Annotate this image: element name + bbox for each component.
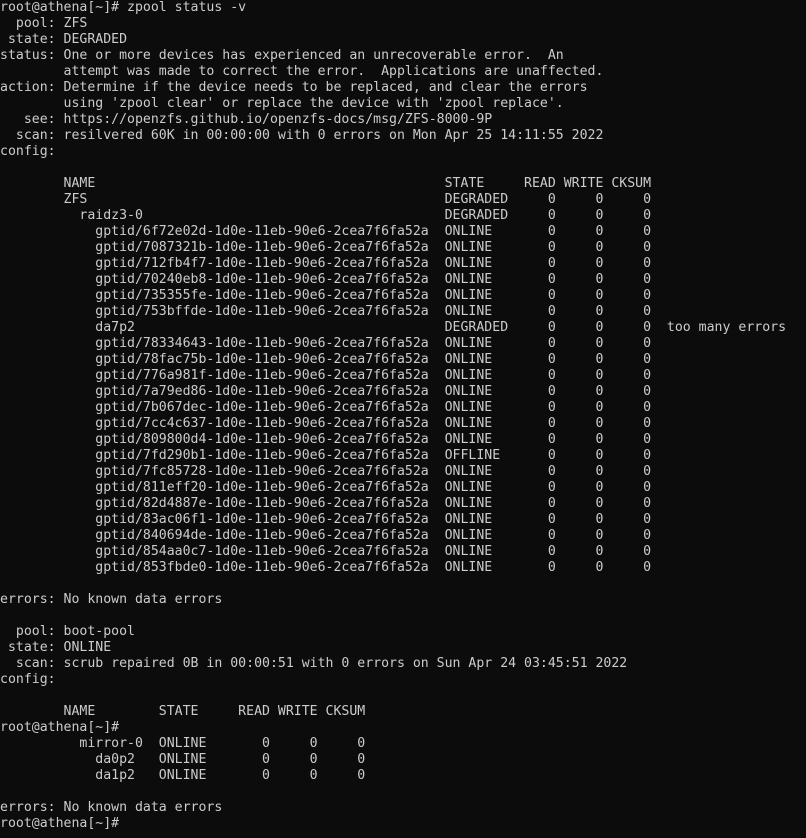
config-row-device: gptid/7a79ed86-1d0e-11eb-90e6-2cea7f6fa5… — [0, 384, 652, 399]
config-row-device: da1p2 ONLINE 0 0 0 — [0, 768, 366, 783]
scan-line: scan: scrub repaired 0B in 00:00:51 with… — [0, 656, 628, 671]
config-row-device: gptid/78fac75b-1d0e-11eb-90e6-2cea7f6fa5… — [0, 352, 652, 367]
config-row-device: gptid/712fb4f7-1d0e-11eb-90e6-2cea7f6fa5… — [0, 256, 652, 271]
action-line-continued: using 'zpool clear' or replace the devic… — [0, 96, 564, 111]
command-line: root@athena[~]# zpool status -v — [0, 0, 247, 15]
config-row-vdev: mirror-0 ONLINE 0 0 0 — [0, 736, 366, 751]
config-row-pool: ZFS DEGRADED 0 0 0 — [0, 192, 652, 207]
errors-line: errors: No known data errors — [0, 592, 223, 607]
config-row-device-degraded: da7p2 DEGRADED 0 0 0 too many errors — [0, 320, 787, 335]
action-line: action: Determine if the device needs to… — [0, 80, 588, 95]
pool-state-line: state: ONLINE — [0, 640, 112, 655]
config-row-device: gptid/853fbde0-1d0e-11eb-90e6-2cea7f6fa5… — [0, 560, 652, 575]
config-row-device: gptid/7087321b-1d0e-11eb-90e6-2cea7f6fa5… — [0, 240, 652, 255]
status-line-continued: attempt was made to correct the error. A… — [0, 64, 604, 79]
config-row-device: gptid/70240eb8-1d0e-11eb-90e6-2cea7f6fa5… — [0, 272, 652, 287]
pool-name-line: pool: ZFS — [0, 16, 88, 31]
pool-name-line: pool: boot-pool — [0, 624, 135, 639]
config-row-device: gptid/6f72e02d-1d0e-11eb-90e6-2cea7f6fa5… — [0, 224, 652, 239]
config-row-device: gptid/753bffde-1d0e-11eb-90e6-2cea7f6fa5… — [0, 304, 652, 319]
config-row-device: gptid/83ac06f1-1d0e-11eb-90e6-2cea7f6fa5… — [0, 512, 652, 527]
config-row-device: gptid/7cc4c637-1d0e-11eb-90e6-2cea7f6fa5… — [0, 416, 652, 431]
config-row-device: gptid/735355fe-1d0e-11eb-90e6-2cea7f6fa5… — [0, 288, 652, 303]
config-row-device: gptid/7fc85728-1d0e-11eb-90e6-2cea7f6fa5… — [0, 464, 652, 479]
config-heading: config: — [0, 672, 56, 687]
config-row-device: gptid/78334643-1d0e-11eb-90e6-2cea7f6fa5… — [0, 336, 652, 351]
config-row-device: gptid/7b067dec-1d0e-11eb-90e6-2cea7f6fa5… — [0, 400, 652, 415]
config-row-device: gptid/776a981f-1d0e-11eb-90e6-2cea7f6fa5… — [0, 368, 652, 383]
scan-line: scan: resilvered 60K in 00:00:00 with 0 … — [0, 128, 604, 143]
config-row-vdev: raidz3-0 DEGRADED 0 0 0 — [0, 208, 652, 223]
config-row-device: gptid/840694de-1d0e-11eb-90e6-2cea7f6fa5… — [0, 528, 652, 543]
errors-line: errors: No known data errors — [0, 800, 223, 815]
config-row-device: gptid/854aa0c7-1d0e-11eb-90e6-2cea7f6fa5… — [0, 544, 652, 559]
pool-state-line: state: DEGRADED — [0, 32, 128, 47]
config-table-header: NAME STATE READ WRITE CKSUM — [0, 704, 366, 719]
shell-prompt-active[interactable]: root@athena[~]# — [0, 816, 806, 832]
config-heading: config: — [0, 144, 56, 159]
config-row-device: da0p2 ONLINE 0 0 0 — [0, 752, 366, 767]
shell-prompt: root@athena[~]# — [0, 720, 120, 735]
status-line: status: One or more devices has experien… — [0, 48, 564, 63]
config-row-device: gptid/811eff20-1d0e-11eb-90e6-2cea7f6fa5… — [0, 480, 652, 495]
terminal-window[interactable]: root@athena[~]# zpool status -v pool: ZF… — [0, 0, 806, 838]
config-row-device: gptid/82d4887e-1d0e-11eb-90e6-2cea7f6fa5… — [0, 496, 652, 511]
config-row-device: gptid/809800d4-1d0e-11eb-90e6-2cea7f6fa5… — [0, 432, 652, 447]
see-url-line: see: https://openzfs.github.io/openzfs-d… — [0, 112, 493, 127]
config-row-device-offline: gptid/7fd290b1-1d0e-11eb-90e6-2cea7f6fa5… — [0, 448, 652, 463]
config-table-header: NAME STATE READ WRITE CKSUM — [0, 176, 652, 191]
